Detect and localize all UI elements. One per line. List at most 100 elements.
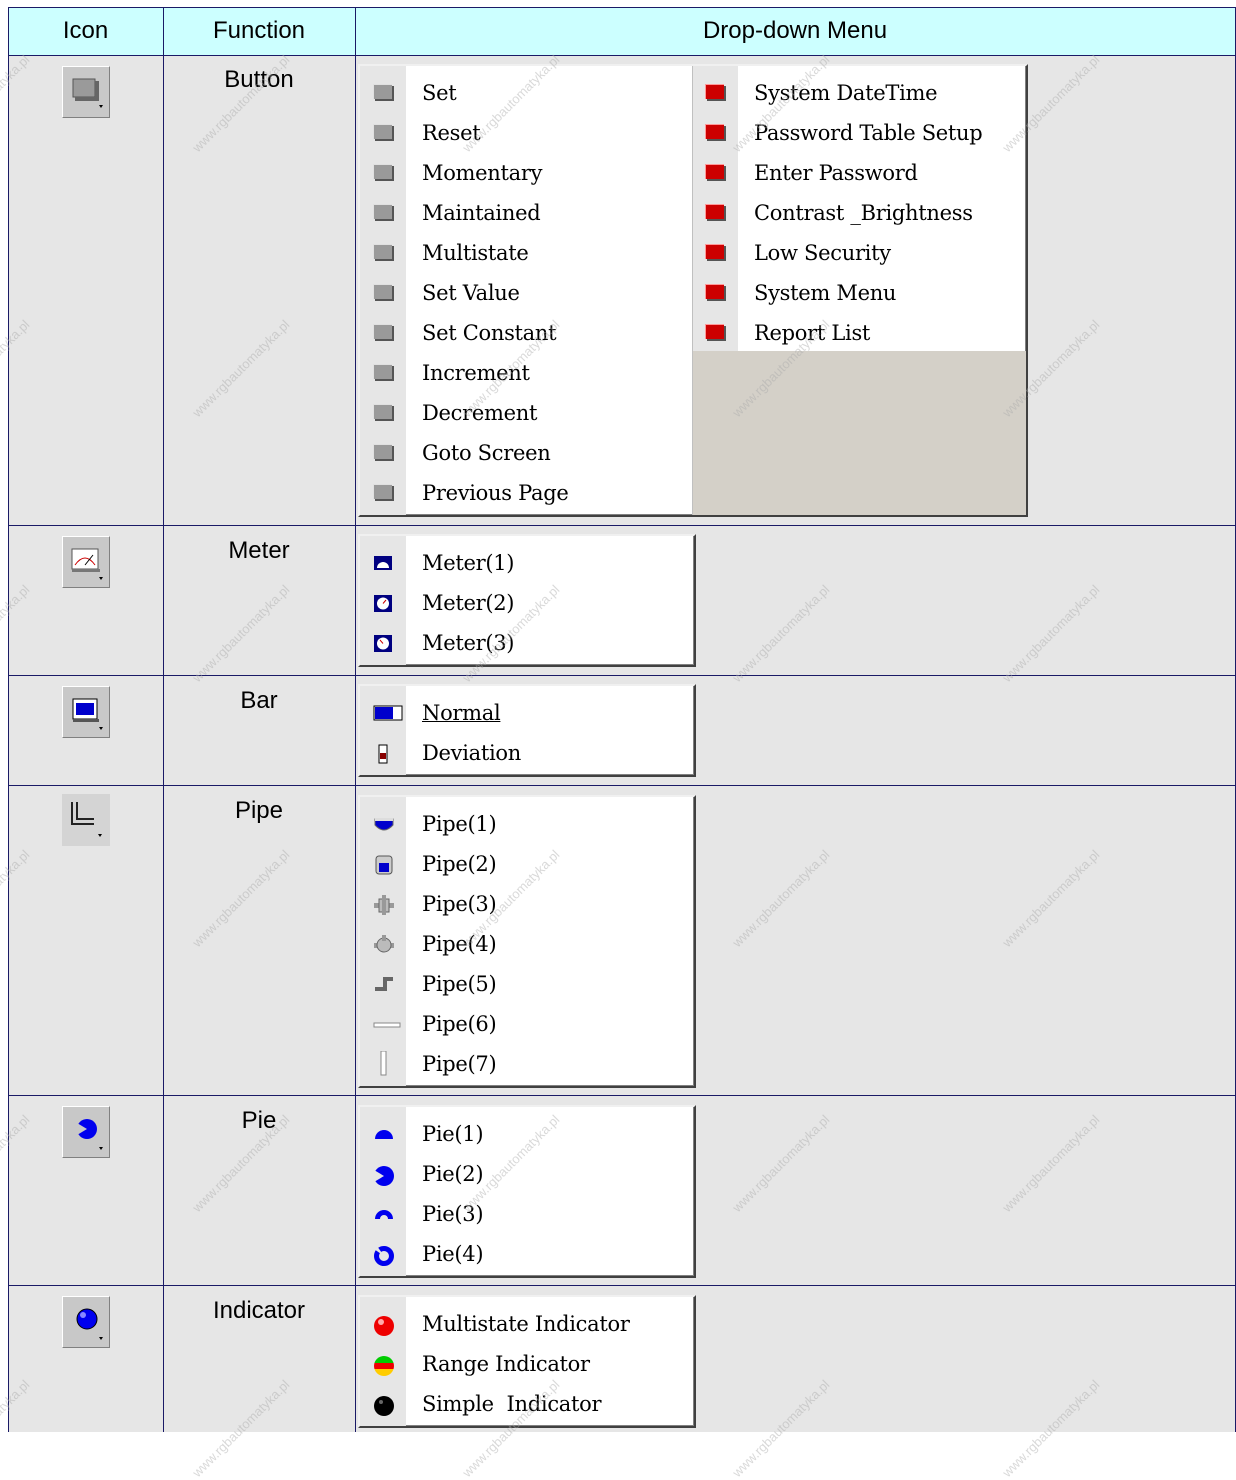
button-icon xyxy=(373,244,393,262)
menu-item-set-constant[interactable]: Set Constant xyxy=(360,314,690,354)
header-function: Function xyxy=(212,17,306,44)
ring-icon xyxy=(373,1245,394,1266)
system-button-icon xyxy=(705,124,725,142)
range-light-icon xyxy=(373,1355,394,1376)
indicator-tool-icon[interactable] xyxy=(62,1296,110,1348)
button-icon xyxy=(373,164,393,182)
half-pie-icon xyxy=(373,1125,393,1143)
button-icon xyxy=(373,484,393,502)
menu-item-deviation[interactable]: Deviation xyxy=(360,734,694,774)
menu-item-low-security[interactable]: Low Security xyxy=(692,234,1026,274)
system-button-icon xyxy=(705,244,725,262)
button-icon xyxy=(373,284,393,302)
round-gauge-icon xyxy=(373,634,393,652)
menu-item-previous-page[interactable]: Previous Page xyxy=(360,474,690,514)
pump-icon xyxy=(373,935,394,953)
menu-item-decrement[interactable]: Decrement xyxy=(360,394,690,434)
system-button-icon xyxy=(705,284,725,302)
function-bar: Bar xyxy=(240,687,278,714)
menu-item-pipe-5[interactable]: Pipe(5) xyxy=(360,965,694,1005)
menu-item-enter-password[interactable]: Enter Password xyxy=(692,154,1026,194)
button-icon xyxy=(373,404,393,422)
menu-item-pipe-3[interactable]: Pipe(3) xyxy=(360,885,694,925)
menu-item-pipe-6[interactable]: Pipe(6) xyxy=(360,1005,694,1045)
grid-line xyxy=(8,55,1236,56)
menu-item-reset[interactable]: Reset xyxy=(360,114,690,154)
menu-item-set[interactable]: Set xyxy=(360,74,690,114)
menu-item-maintained[interactable]: Maintained xyxy=(360,194,690,234)
pie-dropdown-menu: Pie(1) Pie(2) Pie(3) Pie(4) xyxy=(358,1105,696,1278)
menu-item-simple-indicator[interactable]: Simple Indicator xyxy=(360,1385,694,1425)
menu-item-range-indicator[interactable]: Range Indicator xyxy=(360,1345,694,1385)
pipe-tool-icon[interactable] xyxy=(62,794,110,846)
bar-tool-icon[interactable] xyxy=(62,686,110,738)
bar-deviation-icon xyxy=(373,744,393,764)
grid-line xyxy=(8,525,1236,526)
header-dropdown-menu: Drop-down Menu xyxy=(702,17,888,44)
menu-item-pipe-1[interactable]: Pipe(1) xyxy=(360,805,694,845)
menu-item-pipe-7[interactable]: Pipe(7) xyxy=(360,1045,694,1085)
grid-line xyxy=(8,7,1236,8)
menu-item-report-list[interactable]: Report List xyxy=(692,314,1026,354)
pie-chart-icon xyxy=(373,1165,394,1186)
function-indicator: Indicator xyxy=(212,1297,306,1324)
horizontal-pipe-icon xyxy=(373,1015,401,1033)
header-icon: Icon xyxy=(62,17,109,44)
grid-line xyxy=(8,7,9,1432)
menu-item-pie-2[interactable]: Pie(2) xyxy=(360,1155,694,1195)
red-light-icon xyxy=(373,1315,394,1336)
menu-item-set-value[interactable]: Set Value xyxy=(360,274,690,314)
tank-icon xyxy=(373,815,394,833)
menu-item-meter-3[interactable]: Meter(3) xyxy=(360,624,694,664)
menu-item-multistate-indicator[interactable]: Multistate Indicator xyxy=(360,1305,694,1345)
menu-item-normal[interactable]: Normal xyxy=(360,694,694,734)
system-button-icon xyxy=(705,204,725,222)
menu-item-momentary[interactable]: Momentary xyxy=(360,154,690,194)
meter-dropdown-menu: Meter(1) Meter(2) Meter(3) xyxy=(358,534,696,667)
menu-item-multistate[interactable]: Multistate xyxy=(360,234,690,274)
valve-icon xyxy=(373,895,394,915)
function-pie: Pie xyxy=(241,1107,277,1134)
menu-item-meter-2[interactable]: Meter(2) xyxy=(360,584,694,624)
menu-item-pie-4[interactable]: Pie(4) xyxy=(360,1235,694,1275)
menu-item-increment[interactable]: Increment xyxy=(360,354,690,394)
system-button-icon xyxy=(705,84,725,102)
menu-item-system-menu[interactable]: System Menu xyxy=(692,274,1026,314)
container-icon xyxy=(373,855,393,875)
button-icon xyxy=(373,444,393,462)
menu-item-pipe-4[interactable]: Pipe(4) xyxy=(360,925,694,965)
half-ring-icon xyxy=(373,1205,393,1223)
meter-tool-icon[interactable] xyxy=(62,536,110,588)
grid-line xyxy=(8,675,1236,676)
vertical-pipe-icon xyxy=(373,1050,393,1076)
pipe-dropdown-menu: Pipe(1) Pipe(2) Pipe(3) Pipe(4) Pipe(5) … xyxy=(358,795,696,1088)
grid-line xyxy=(163,7,164,1432)
button-icon xyxy=(373,84,393,102)
menu-item-pie-3[interactable]: Pie(3) xyxy=(360,1195,694,1235)
black-light-icon xyxy=(373,1395,394,1416)
menu-item-goto-screen[interactable]: Goto Screen xyxy=(360,434,690,474)
menu-item-password-table-setup[interactable]: Password Table Setup xyxy=(692,114,1026,154)
system-button-icon xyxy=(705,324,725,342)
round-gauge-icon xyxy=(373,594,393,612)
system-button-icon xyxy=(705,164,725,182)
button-icon xyxy=(373,324,393,342)
button-icon xyxy=(373,204,393,222)
button-dropdown-menu: Set Reset Momentary Maintained Multistat… xyxy=(358,64,1028,517)
menu-empty-area xyxy=(692,351,1026,515)
menu-item-system-datetime[interactable]: System DateTime xyxy=(692,74,1026,114)
pie-tool-icon[interactable] xyxy=(62,1106,110,1158)
indicator-dropdown-menu: Multistate Indicator Range Indicator Sim… xyxy=(358,1295,696,1428)
function-meter: Meter xyxy=(228,537,290,564)
menu-item-pipe-2[interactable]: Pipe(2) xyxy=(360,845,694,885)
button-icon xyxy=(373,124,393,142)
half-gauge-icon xyxy=(373,554,393,572)
grid-line xyxy=(355,7,356,1432)
menu-item-meter-1[interactable]: Meter(1) xyxy=(360,544,694,584)
menu-item-pie-1[interactable]: Pie(1) xyxy=(360,1115,694,1155)
bar-dropdown-menu: Normal Deviation xyxy=(358,684,696,777)
grid-line xyxy=(8,785,1236,786)
button-icon xyxy=(373,364,393,382)
menu-item-contrast-brightness[interactable]: Contrast _Brightness xyxy=(692,194,1026,234)
button-tool-icon[interactable] xyxy=(62,66,110,118)
